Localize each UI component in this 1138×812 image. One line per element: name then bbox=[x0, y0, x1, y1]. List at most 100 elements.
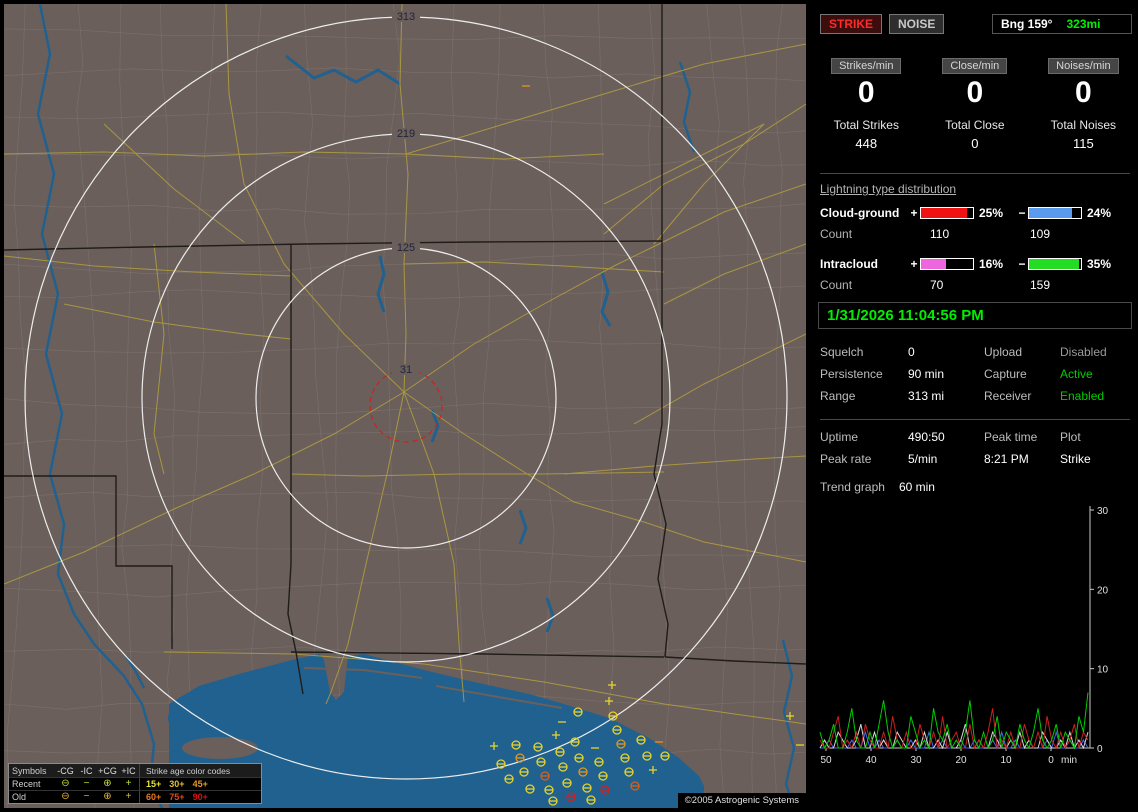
capture-status: Active bbox=[1060, 367, 1093, 381]
ic-minus-bar-fill bbox=[1029, 259, 1080, 269]
age-90: 90+ bbox=[192, 792, 208, 802]
uptime-value: 490:50 bbox=[908, 430, 945, 444]
ic-minus-bar bbox=[1028, 258, 1082, 270]
map-symbol-legend: Symbols -CG -IC +CG +IC Strike age color… bbox=[8, 763, 262, 804]
persistence-label: Persistence bbox=[820, 367, 883, 381]
intracloud-row: Intracloud + 16% − 35% bbox=[820, 257, 1138, 271]
peak-rate-value: 5/min bbox=[908, 452, 938, 466]
cg-count-label: Count bbox=[820, 227, 853, 241]
cg-minus-count: 109 bbox=[1030, 227, 1051, 241]
cg-plus-bar-fill bbox=[921, 208, 967, 218]
noises-per-min-button[interactable]: Noises/min bbox=[1048, 58, 1119, 74]
cg-count-row: Count 110 109 bbox=[820, 227, 1138, 241]
range-label: Range bbox=[820, 389, 856, 403]
peak-time-value: 8:21 PM bbox=[984, 452, 1029, 466]
status-grid: Squelch 0 Upload Disabled Persistence 90… bbox=[820, 345, 1138, 403]
ic-plus-bar-fill bbox=[921, 259, 946, 269]
plus-sign: + bbox=[910, 206, 918, 220]
circle-plus-icon: ⊕ bbox=[103, 791, 112, 802]
plus-icon: + bbox=[125, 791, 132, 802]
x-axis-unit: min bbox=[1061, 755, 1077, 766]
minus-sign: − bbox=[1018, 206, 1026, 220]
legend-age-header: Strike age color codes bbox=[139, 764, 261, 777]
app-window: 313 219 125 31 Symbols -CG -IC +CG +IC Stri… bbox=[0, 0, 1138, 812]
age-75: 75+ bbox=[169, 792, 185, 802]
map-canvas[interactable]: 313 219 125 31 Symbols -CG -IC +CG +IC Stri… bbox=[4, 4, 806, 808]
copyright-text: ©2005 Astrogenic Systems bbox=[677, 793, 806, 808]
trend-graph-window: 60 min bbox=[898, 480, 935, 494]
age-45: 45+ bbox=[192, 779, 208, 789]
squelch-label: Squelch bbox=[820, 345, 864, 359]
legend-col-pos-ic: +IC bbox=[121, 765, 136, 776]
range-ring-label: 125 bbox=[397, 242, 415, 254]
legend-symbols-header: Symbols bbox=[12, 765, 47, 776]
bearing-panel: Bng 159° 323mi bbox=[992, 14, 1132, 34]
circle-minus-icon: ⊖ bbox=[61, 791, 70, 802]
total-noises-label: Total Noises bbox=[1050, 118, 1117, 132]
receiver-status: Enabled bbox=[1060, 389, 1105, 403]
range-ring-label: 219 bbox=[397, 128, 415, 140]
cg-minus-bar-fill bbox=[1029, 208, 1072, 218]
bearing-range-value: 323mi bbox=[1066, 17, 1101, 31]
cg-minus-bar bbox=[1028, 207, 1082, 219]
minus-icon: − bbox=[83, 791, 90, 802]
close-per-min-panel: Close/min 0 Total Close 0 bbox=[921, 58, 1030, 151]
y-tick-label: 20 bbox=[1097, 585, 1109, 596]
age-60: 60+ bbox=[146, 792, 162, 802]
legend-col-pos-cg: +CG bbox=[98, 765, 117, 776]
trend-graph-label: Trend graph bbox=[820, 480, 885, 494]
upload-label: Upload bbox=[984, 345, 1023, 359]
x-tick-label: 30 bbox=[910, 755, 922, 766]
noises-per-min-panel: Noises/min 0 Total Noises 115 bbox=[1029, 58, 1138, 151]
cg-minus-pct: 24% bbox=[1087, 206, 1112, 220]
range-ring-label: 31 bbox=[400, 364, 412, 376]
close-per-min-value: 0 bbox=[966, 76, 984, 109]
legend-col-neg-ic: -IC bbox=[80, 765, 93, 776]
plus-icon: + bbox=[125, 778, 132, 789]
cloud-ground-row: Cloud-ground + 25% − 24% bbox=[820, 206, 1138, 220]
plot-label: Plot bbox=[1060, 430, 1081, 444]
age-15: 15+ bbox=[146, 779, 162, 789]
strikes-per-min-value: 0 bbox=[857, 76, 875, 109]
rate-panels: Strikes/min 0 Total Strikes 448 Close/mi… bbox=[812, 58, 1138, 151]
peak-rate-label: Peak rate bbox=[820, 452, 872, 466]
x-tick-label: 40 bbox=[865, 755, 877, 766]
alarm-bar: STRIKE NOISE Bng 159° 323mi bbox=[820, 14, 1132, 34]
legend-col-neg-cg: -CG bbox=[57, 765, 74, 776]
cg-plus-pct: 25% bbox=[979, 206, 1004, 220]
y-tick-label: 0 bbox=[1097, 744, 1103, 755]
persistence-value: 90 min bbox=[908, 367, 945, 381]
total-close-value: 0 bbox=[971, 136, 979, 151]
noise-alarm-button[interactable]: NOISE bbox=[889, 14, 945, 34]
bearing-label: Bng 159° bbox=[1001, 17, 1053, 31]
legend-row-recent-label: Recent bbox=[12, 779, 41, 789]
ic-plus-count: 70 bbox=[930, 278, 944, 292]
circle-minus-icon: ⊖ bbox=[61, 778, 70, 789]
cg-plus-bar bbox=[920, 207, 974, 219]
noises-per-min-value: 0 bbox=[1075, 76, 1092, 109]
ic-plus-bar bbox=[920, 258, 974, 270]
trend-graph-header: Trend graph 60 min bbox=[820, 480, 1138, 494]
uptime-label: Uptime bbox=[820, 430, 859, 444]
y-tick-label: 30 bbox=[1097, 506, 1109, 517]
strike-alarm-button[interactable]: STRIKE bbox=[820, 14, 883, 34]
range-ring-label: 313 bbox=[397, 11, 415, 23]
minus-sign: − bbox=[1018, 257, 1026, 271]
ic-count-label: Count bbox=[820, 278, 853, 292]
distribution-title: Lightning type distribution bbox=[820, 182, 957, 196]
total-close-label: Total Close bbox=[945, 118, 1005, 132]
ic-count-row: Count 70 159 bbox=[820, 278, 1138, 292]
lightning-map: 313 219 125 31 bbox=[4, 4, 806, 808]
datetime-display: 1/31/2026 11:04:56 PM bbox=[818, 302, 1132, 329]
total-strikes-label: Total Strikes bbox=[833, 118, 899, 132]
intracloud-label: Intracloud bbox=[820, 257, 879, 271]
total-noises-value: 115 bbox=[1073, 136, 1094, 151]
ic-minus-count: 159 bbox=[1030, 278, 1051, 292]
strikes-per-min-button[interactable]: Strikes/min bbox=[831, 58, 902, 74]
capture-label: Capture bbox=[984, 367, 1027, 381]
close-per-min-button[interactable]: Close/min bbox=[942, 58, 1008, 74]
range-value: 313 mi bbox=[908, 389, 945, 403]
x-tick-label: 0 bbox=[1048, 755, 1054, 766]
x-tick-label: 50 bbox=[820, 755, 832, 766]
total-strikes-value: 448 bbox=[855, 136, 878, 151]
